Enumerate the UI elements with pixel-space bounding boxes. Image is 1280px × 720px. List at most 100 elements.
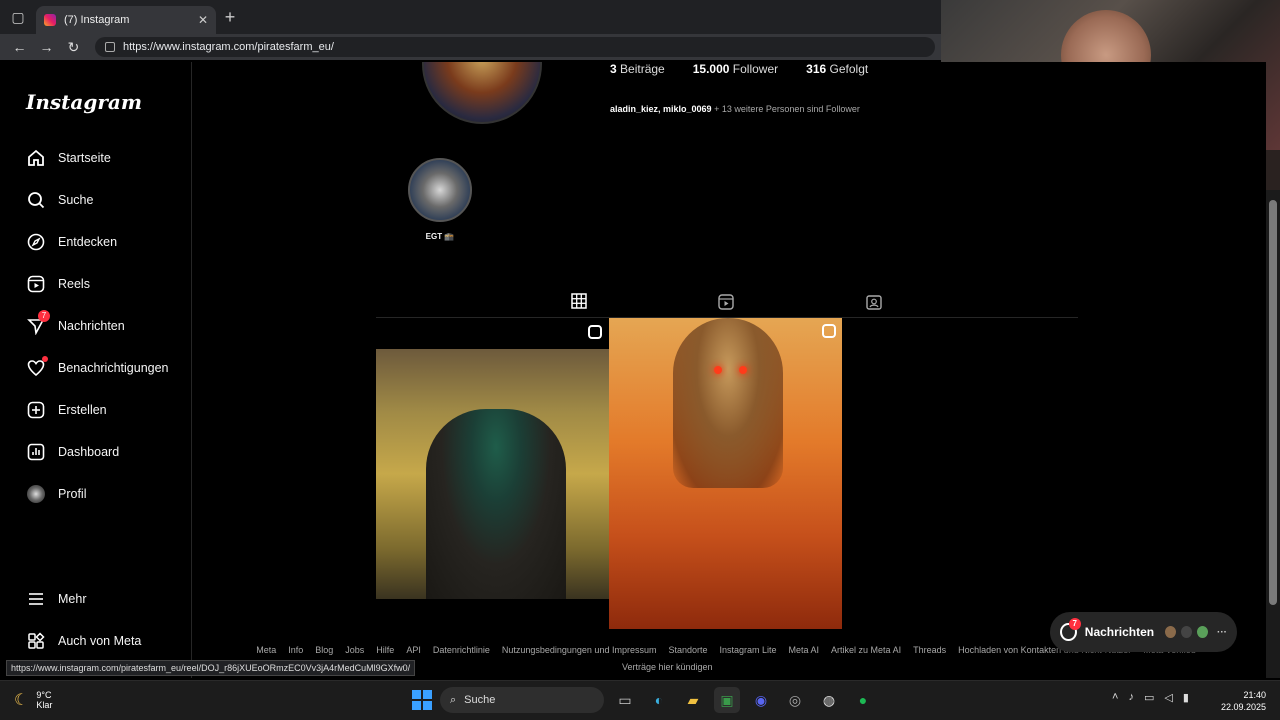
sidebar-item-reels[interactable]: Reels bbox=[26, 272, 90, 296]
followers-stat[interactable]: 15.000 Follower bbox=[693, 62, 778, 76]
taskbar-clock[interactable]: 21:40 22.09.2025 bbox=[1216, 689, 1266, 713]
following-stat[interactable]: 316 Gefolgt bbox=[806, 62, 868, 76]
sidebar-item-benachrichtigungen[interactable]: Benachrichtigungen bbox=[26, 356, 169, 380]
footer-link[interactable]: Blog bbox=[315, 645, 333, 655]
heart-icon bbox=[26, 356, 48, 378]
posts-count: 3 bbox=[610, 62, 617, 76]
task-view-icon[interactable]: ▭ bbox=[612, 687, 638, 713]
story-highlight[interactable] bbox=[408, 158, 472, 222]
taskbar-search-label: Suche bbox=[464, 694, 496, 706]
sidebar-item-profil[interactable]: Profil bbox=[26, 482, 86, 506]
footer-link[interactable]: Meta bbox=[256, 645, 276, 655]
display-icon[interactable]: ▭ bbox=[1144, 691, 1154, 704]
tab-tagged[interactable] bbox=[850, 290, 898, 318]
sidebar-item-erstellen[interactable]: Erstellen bbox=[26, 398, 107, 422]
sidebar-item-label: Entdecken bbox=[58, 235, 118, 249]
messages-pill[interactable]: 7 Nachrichten ··· bbox=[1050, 612, 1237, 652]
followed-by-text[interactable]: aladin_kiez, miklo_0069 + 13 weitere Per… bbox=[610, 104, 860, 114]
terminal-icon[interactable]: ▣ bbox=[714, 687, 740, 713]
sidebar-item-label: Reels bbox=[58, 277, 90, 291]
footer-link[interactable]: Datenrichtlinie bbox=[433, 645, 490, 655]
weather-temp: 9°C bbox=[36, 690, 52, 700]
profile-avatar-large[interactable] bbox=[422, 62, 542, 124]
sidebar-item-mehr[interactable]: Mehr bbox=[26, 587, 86, 611]
messages-pill-label: Nachrichten bbox=[1084, 625, 1155, 639]
post-thumbnail[interactable] bbox=[609, 318, 842, 629]
site-info-icon[interactable] bbox=[105, 42, 115, 52]
reload-icon[interactable]: ↻ bbox=[60, 39, 87, 56]
following-label: Gefolgt bbox=[829, 62, 869, 76]
back-icon[interactable]: ← bbox=[6, 39, 33, 55]
sidebar-item-suche[interactable]: Suche bbox=[26, 188, 93, 212]
sidebar-item-label: Dashboard bbox=[58, 445, 120, 459]
edge-icon[interactable]: ◐ bbox=[646, 687, 672, 713]
tab-posts[interactable] bbox=[555, 290, 603, 318]
tab-actions-icon[interactable]: ▢ bbox=[0, 0, 36, 34]
sidebar-item-entdecken[interactable]: Entdecken bbox=[26, 230, 117, 254]
footer-link[interactable]: Instagram Lite bbox=[720, 645, 777, 655]
scrollbar-thumb[interactable] bbox=[1269, 200, 1277, 605]
sidebar-item-dashboard[interactable]: Dashboard bbox=[26, 440, 119, 464]
footer-link[interactable]: Threads bbox=[913, 645, 946, 655]
tab-reels[interactable] bbox=[702, 290, 750, 318]
instagram-logo[interactable]: Instagram bbox=[26, 90, 142, 114]
footer-link[interactable]: Info bbox=[288, 645, 303, 655]
following-count: 316 bbox=[806, 62, 827, 76]
sidebar-item-label: Profil bbox=[58, 487, 87, 501]
tab-title: (7) Instagram bbox=[64, 14, 130, 26]
footer-link[interactable]: Hilfe bbox=[376, 645, 394, 655]
sidebar-item-nachrichten[interactable]: 7 Nachrichten bbox=[26, 310, 125, 338]
home-icon bbox=[26, 148, 46, 168]
microphone-icon[interactable]: ♪ bbox=[1128, 691, 1134, 704]
new-tab-button[interactable]: + bbox=[216, 7, 244, 28]
followed-by-rest: + 13 weitere Personen sind Follower bbox=[714, 104, 860, 114]
footer-link[interactable]: Jobs bbox=[345, 645, 364, 655]
avatar bbox=[1164, 625, 1178, 639]
reels-icon bbox=[718, 293, 734, 315]
followers-label: Follower bbox=[732, 62, 779, 76]
forward-icon[interactable]: → bbox=[33, 39, 60, 55]
reels-icon bbox=[26, 274, 46, 294]
grid-icon bbox=[571, 293, 587, 314]
windows-start-icon[interactable] bbox=[412, 690, 432, 710]
footer-contracts-link[interactable]: Verträge hier kündigen bbox=[622, 662, 713, 672]
url-field[interactable]: https://www.instagram.com/piratesfarm_eu… bbox=[95, 37, 935, 57]
close-tab-icon[interactable]: ✕ bbox=[198, 13, 208, 27]
post-figure bbox=[673, 318, 783, 488]
sidebar-item-label: Erstellen bbox=[58, 403, 107, 417]
menu-icon bbox=[26, 589, 46, 609]
plus-square-icon bbox=[26, 400, 46, 420]
avatar bbox=[1180, 625, 1194, 639]
dashboard-icon bbox=[26, 442, 46, 462]
discord-icon[interactable]: ◉ bbox=[748, 687, 774, 713]
browser-tab[interactable]: (7) Instagram ✕ bbox=[36, 6, 216, 34]
messenger-icon: 7 bbox=[26, 310, 50, 336]
sidebar-item-startseite[interactable]: Startseite bbox=[26, 146, 111, 170]
profile-stats: 3 Beiträge 15.000 Follower 316 Gefolgt bbox=[610, 62, 868, 76]
reel-indicator-icon bbox=[822, 324, 836, 338]
footer-link[interactable]: Nutzungsbedingungen und Impressum bbox=[502, 645, 657, 655]
taskbar-search[interactable]: ⌕ Suche bbox=[440, 687, 604, 713]
compass-icon bbox=[26, 232, 46, 252]
app-icon[interactable]: ◎ bbox=[782, 687, 808, 713]
footer-link[interactable]: Artikel zu Meta AI bbox=[831, 645, 901, 655]
battery-icon[interactable]: ▮ bbox=[1183, 691, 1189, 704]
sidebar-item-label: Suche bbox=[58, 193, 94, 207]
footer-link[interactable]: Meta AI bbox=[789, 645, 820, 655]
spotify-icon[interactable]: ● bbox=[850, 687, 876, 713]
file-explorer-icon[interactable]: ▰ bbox=[680, 687, 706, 713]
volume-icon[interactable]: ◁ bbox=[1164, 691, 1172, 704]
glowing-eye bbox=[739, 366, 747, 374]
footer-link[interactable]: API bbox=[406, 645, 421, 655]
post-figure bbox=[426, 409, 566, 599]
clock-time: 21:40 bbox=[1243, 690, 1266, 700]
profile-main: 3 Beiträge 15.000 Follower 316 Gefolgt a… bbox=[192, 62, 1266, 678]
chevron-up-icon[interactable]: ˄ bbox=[1112, 691, 1118, 704]
sidebar-item-auch-von-meta[interactable]: Auch von Meta bbox=[26, 629, 141, 653]
post-thumbnail[interactable] bbox=[376, 349, 609, 599]
weather-widget[interactable]: ☾ 9°C Klar bbox=[14, 690, 52, 710]
page-scrollbar[interactable] bbox=[1266, 190, 1280, 678]
footer-link[interactable]: Standorte bbox=[668, 645, 707, 655]
instagram-sidebar: Instagram Startseite Suche Entdecken Ree… bbox=[10, 62, 192, 678]
chrome-icon[interactable]: ◍ bbox=[816, 687, 842, 713]
